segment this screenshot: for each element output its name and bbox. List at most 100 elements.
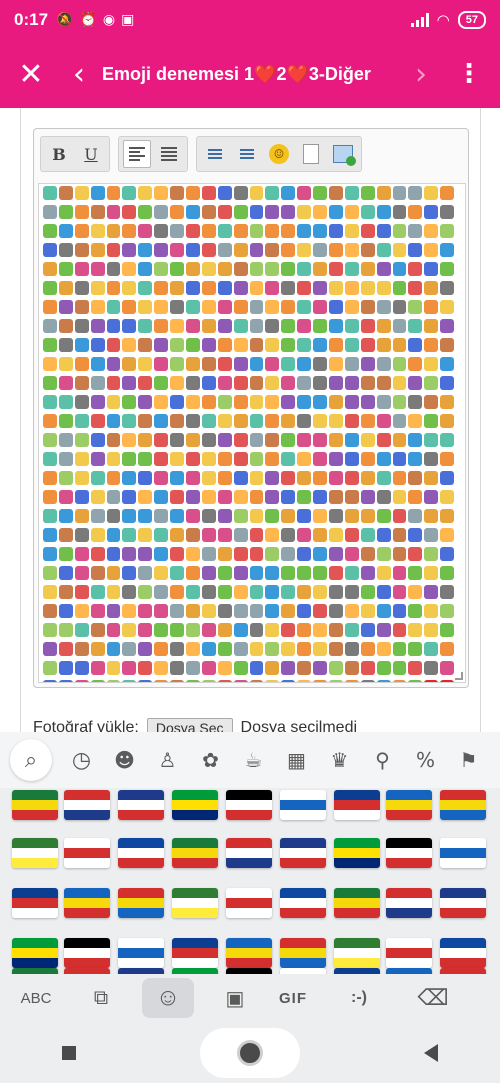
flag-emoji[interactable]	[12, 938, 58, 968]
flag-emoji[interactable]	[280, 888, 326, 918]
flag-emoji[interactable]	[226, 790, 272, 820]
sticker-icon[interactable]: ▣	[206, 978, 264, 1018]
emoji-glyph	[440, 604, 455, 618]
flag-emoji[interactable]	[280, 790, 326, 820]
emoji-glyph	[424, 376, 439, 390]
emoji-glyph	[170, 623, 185, 637]
flag-emoji[interactable]	[64, 938, 110, 968]
emoji-glyph	[138, 300, 153, 314]
flag-emoji[interactable]	[334, 938, 380, 968]
next-button[interactable]: ›	[404, 57, 438, 92]
emoji-glyph	[313, 281, 328, 295]
insert-image-button[interactable]	[329, 140, 357, 168]
flag-emoji[interactable]	[334, 888, 380, 918]
animals-icon[interactable]: ✿	[189, 739, 232, 781]
flag-emoji[interactable]	[226, 888, 272, 918]
search-icon[interactable]: ⌕	[10, 739, 52, 781]
flag-emoji[interactable]	[440, 888, 486, 918]
align-justify-button[interactable]	[155, 140, 183, 168]
emoji-glyph	[440, 243, 455, 257]
emoji-glyph	[122, 452, 137, 466]
flag-emoji[interactable]	[118, 838, 164, 868]
flag-emoji[interactable]	[118, 888, 164, 918]
emoji-glyph	[440, 642, 455, 656]
flag-emoji[interactable]	[334, 838, 380, 868]
recent-icon[interactable]: ◷	[60, 739, 103, 781]
sticker-search-icon[interactable]: ⧉	[72, 978, 130, 1018]
travel-icon[interactable]: ▦	[275, 739, 318, 781]
gif-key[interactable]: GIF	[264, 978, 322, 1018]
emoji-glyph	[90, 433, 105, 447]
underline-button[interactable]: U	[77, 140, 105, 168]
flag-emoji[interactable]	[280, 838, 326, 868]
flag-emoji[interactable]	[386, 790, 432, 820]
emoji-glyph	[408, 490, 423, 504]
emoji-glyph	[249, 566, 264, 580]
food-icon[interactable]: ☕	[232, 739, 275, 781]
flag-emoji[interactable]	[226, 838, 272, 868]
resize-handle[interactable]	[455, 672, 463, 680]
emoji-glyph	[360, 414, 375, 428]
abc-key[interactable]: ABC	[0, 978, 72, 1018]
emoji-glyph	[233, 224, 248, 238]
home-button[interactable]	[200, 1027, 300, 1078]
flag-emoji[interactable]	[280, 938, 326, 968]
flag-emoji[interactable]	[172, 888, 218, 918]
flag-emoji[interactable]	[118, 938, 164, 968]
emoji-glyph	[201, 205, 216, 219]
ordered-list-button[interactable]	[201, 140, 229, 168]
flag-emoji[interactable]	[64, 790, 110, 820]
overflow-menu-button[interactable]: ⋮	[438, 59, 500, 89]
emoji-glyph	[281, 205, 296, 219]
emoji-tab-icon[interactable]: ☺	[142, 978, 194, 1018]
flag-emoji[interactable]	[334, 790, 380, 820]
flag-emoji[interactable]	[172, 790, 218, 820]
emoji-glyph	[344, 547, 359, 561]
emoji-glyph	[74, 414, 89, 428]
editor-content-area[interactable]	[38, 183, 466, 683]
emoji-glyph	[90, 623, 105, 637]
emoji-glyph	[233, 623, 248, 637]
flag-emoji[interactable]	[118, 790, 164, 820]
flag-emoji[interactable]	[12, 790, 58, 820]
flag-emoji[interactable]	[440, 938, 486, 968]
flag-emoji[interactable]	[440, 838, 486, 868]
smileys-icon[interactable]: ☻	[103, 739, 146, 781]
activities-icon[interactable]: ♛	[318, 739, 361, 781]
emoji-glyph	[106, 338, 121, 352]
emoji-glyph	[344, 281, 359, 295]
objects-icon[interactable]: ⚲	[361, 739, 404, 781]
close-button[interactable]: ✕	[0, 57, 62, 92]
flag-emoji[interactable]	[440, 790, 486, 820]
backspace-icon[interactable]: ⌫	[396, 978, 470, 1018]
document-button[interactable]	[297, 140, 325, 168]
bold-button[interactable]: B	[45, 140, 73, 168]
emoticon-key[interactable]: :-)	[322, 978, 396, 1018]
flag-emoji[interactable]	[12, 888, 58, 918]
flags-icon[interactable]: ⚑	[447, 739, 490, 781]
align-left-button[interactable]	[123, 140, 151, 168]
emoji-glyph	[424, 680, 439, 682]
recents-button[interactable]	[62, 1045, 76, 1060]
emoji-glyph	[281, 224, 296, 238]
emoji-glyph	[297, 528, 312, 542]
flag-emoji[interactable]	[386, 838, 432, 868]
flag-emoji[interactable]	[386, 938, 432, 968]
people-icon[interactable]: ♙	[146, 739, 189, 781]
emoji-button[interactable]: ☺	[265, 140, 293, 168]
flag-emoji[interactable]	[172, 938, 218, 968]
flag-emoji[interactable]	[12, 838, 58, 868]
emoji-glyph	[249, 262, 264, 276]
emoji-glyph	[265, 186, 280, 200]
flag-emoji[interactable]	[64, 838, 110, 868]
back-button[interactable]	[424, 1043, 438, 1062]
emoji-glyph	[392, 471, 407, 485]
bullet-list-button[interactable]	[233, 140, 261, 168]
flag-emoji[interactable]	[386, 888, 432, 918]
previous-button[interactable]: ‹	[62, 57, 96, 92]
flag-emoji[interactable]	[172, 838, 218, 868]
emoji-glyph	[122, 471, 137, 485]
flag-emoji[interactable]	[226, 938, 272, 968]
flag-emoji[interactable]	[64, 888, 110, 918]
symbols-icon[interactable]: %	[404, 739, 447, 781]
